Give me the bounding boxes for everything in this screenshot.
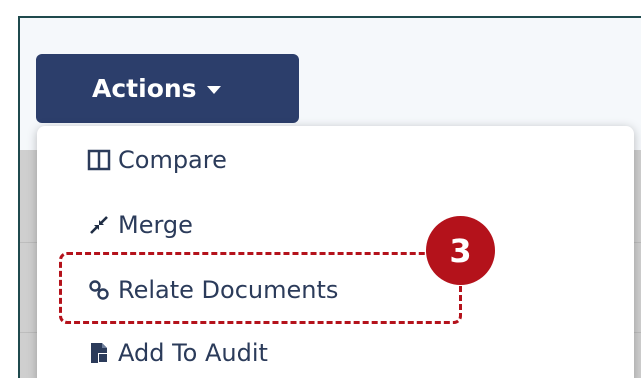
- caret-down-icon: [206, 86, 221, 94]
- step-highlight-box: [59, 252, 462, 324]
- menu-item-compare[interactable]: Compare: [86, 138, 227, 182]
- menu-item-label: Merge: [118, 211, 193, 239]
- menu-item-add-to-audit[interactable]: Add To Audit: [86, 331, 268, 375]
- actions-dropdown-button[interactable]: Actions: [36, 54, 299, 123]
- merge-arrows-icon: [86, 212, 112, 238]
- clipboard-add-icon: [86, 340, 112, 366]
- menu-item-label: Compare: [118, 146, 227, 174]
- menu-item-merge[interactable]: Merge: [86, 203, 193, 247]
- columns-icon: [86, 147, 112, 173]
- actions-button-label: Actions: [92, 74, 197, 103]
- menu-item-label: Add To Audit: [118, 339, 268, 367]
- step-number-badge: 3: [426, 216, 495, 285]
